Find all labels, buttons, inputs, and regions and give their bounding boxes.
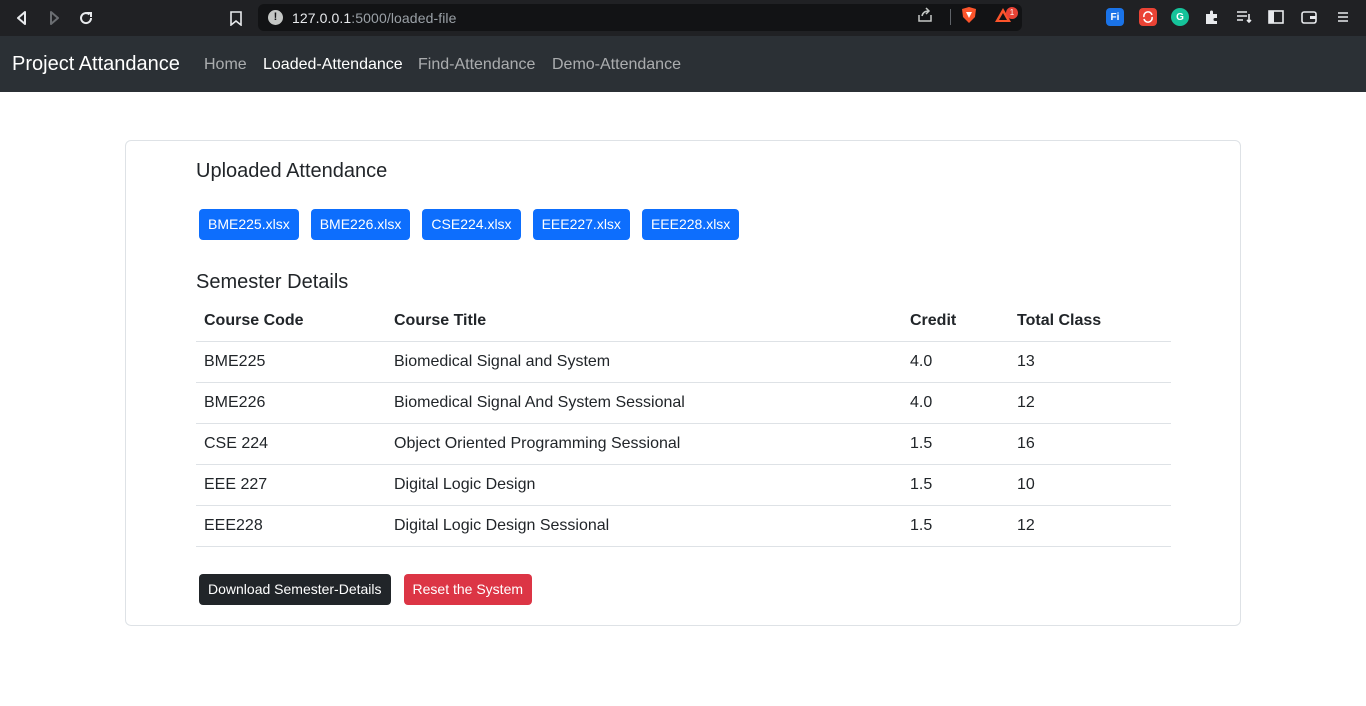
- attendance-card: Uploaded Attendance BME225.xlsx BME226.x…: [125, 140, 1241, 626]
- reset-system-button[interactable]: Reset the System: [403, 574, 533, 605]
- cell-course-title: Biomedical Signal And System Sessional: [386, 382, 902, 424]
- cell-course-title: Biomedical Signal and System: [386, 341, 902, 383]
- bookmark-icon[interactable]: [226, 8, 246, 28]
- cell-course-code: EEE 227: [196, 464, 386, 506]
- cell-course-code: BME226: [196, 382, 386, 424]
- header-course-code: Course Code: [196, 301, 386, 342]
- fi-extension-icon[interactable]: Fi: [1106, 8, 1124, 26]
- download-semester-details-button[interactable]: Download Semester-Details: [199, 574, 391, 605]
- browser-toolbar: ! 127.0.0.1:5000/loaded-file 1 Fi G: [0, 0, 1366, 36]
- semester-details-heading: Semester Details: [196, 271, 349, 293]
- cell-course-code: BME225: [196, 341, 386, 383]
- grammarly-icon[interactable]: G: [1171, 8, 1189, 26]
- address-bar[interactable]: ! 127.0.0.1:5000/loaded-file: [258, 4, 1022, 31]
- cell-course-title: Digital Logic Design: [386, 464, 902, 506]
- uploaded-files-list: BME225.xlsx BME226.xlsx CSE224.xlsx EEE2…: [199, 209, 751, 240]
- file-button-cse224[interactable]: CSE224.xlsx: [422, 209, 521, 240]
- cell-course-title: Digital Logic Design Sessional: [386, 505, 902, 547]
- cell-total-class: 13: [1009, 341, 1171, 383]
- cell-credit: 4.0: [902, 341, 1009, 383]
- cell-course-code: EEE228: [196, 505, 386, 547]
- forward-icon[interactable]: [44, 8, 64, 28]
- reading-list-icon[interactable]: [1235, 8, 1253, 26]
- uploaded-attendance-heading: Uploaded Attendance: [196, 160, 388, 182]
- brand-link[interactable]: Project Attandance: [12, 53, 180, 76]
- table-row: EEE228 Digital Logic Design Sessional 1.…: [196, 505, 1171, 547]
- table-header-row: Course Code Course Title Credit Total Cl…: [196, 301, 1171, 342]
- card-actions: Download Semester-Details Reset the Syst…: [199, 574, 545, 605]
- address-bar-divider: [950, 9, 951, 25]
- header-credit: Credit: [902, 301, 1009, 342]
- file-button-bme225[interactable]: BME225.xlsx: [199, 209, 299, 240]
- table-row: BME226 Biomedical Signal And System Sess…: [196, 382, 1171, 424]
- share-icon[interactable]: [916, 6, 934, 24]
- cell-course-title: Object Oriented Programming Sessional: [386, 423, 902, 465]
- nav-demo-attendance[interactable]: Demo-Attendance: [552, 56, 681, 74]
- sidebar-icon[interactable]: [1267, 8, 1285, 26]
- header-course-title: Course Title: [386, 301, 902, 342]
- extensions-puzzle-icon[interactable]: [1203, 8, 1221, 26]
- cell-total-class: 16: [1009, 423, 1171, 465]
- file-button-bme226[interactable]: BME226.xlsx: [310, 209, 411, 240]
- cell-total-class: 12: [1009, 382, 1171, 424]
- nav-find-attendance[interactable]: Find-Attendance: [418, 56, 535, 74]
- cell-credit: 1.5: [902, 505, 1009, 547]
- wallet-icon[interactable]: [1300, 8, 1318, 26]
- cell-total-class: 10: [1009, 464, 1171, 506]
- cell-course-code: CSE 224: [196, 423, 386, 465]
- rewards-notification-badge: 1: [1006, 7, 1018, 19]
- table-row: BME225 Biomedical Signal and System 4.0 …: [196, 341, 1171, 383]
- cell-credit: 1.5: [902, 464, 1009, 506]
- sync-extension-icon[interactable]: [1139, 8, 1157, 26]
- nav-home[interactable]: Home: [204, 56, 247, 74]
- header-total-class: Total Class: [1009, 301, 1171, 342]
- nav-loaded-attendance[interactable]: Loaded-Attendance: [263, 56, 403, 74]
- table-row: EEE 227 Digital Logic Design 1.5 10: [196, 464, 1171, 506]
- brave-shields-icon[interactable]: [960, 6, 978, 24]
- site-info-icon[interactable]: !: [268, 10, 283, 25]
- semester-details-table: Course Code Course Title Credit Total Cl…: [196, 301, 1171, 547]
- file-button-eee228[interactable]: EEE228.xlsx: [641, 209, 740, 240]
- cell-credit: 1.5: [902, 423, 1009, 465]
- cell-credit: 4.0: [902, 382, 1009, 424]
- url-text[interactable]: 127.0.0.1:5000/loaded-file: [292, 10, 457, 26]
- reload-icon[interactable]: [76, 8, 96, 28]
- file-button-eee227[interactable]: EEE227.xlsx: [532, 209, 630, 240]
- table-row: CSE 224 Object Oriented Programming Sess…: [196, 423, 1171, 465]
- cell-total-class: 12: [1009, 505, 1171, 547]
- menu-icon[interactable]: [1334, 8, 1352, 26]
- app-navbar: Project Attandance Home Loaded-Attendanc…: [0, 36, 1366, 92]
- back-icon[interactable]: [12, 8, 32, 28]
